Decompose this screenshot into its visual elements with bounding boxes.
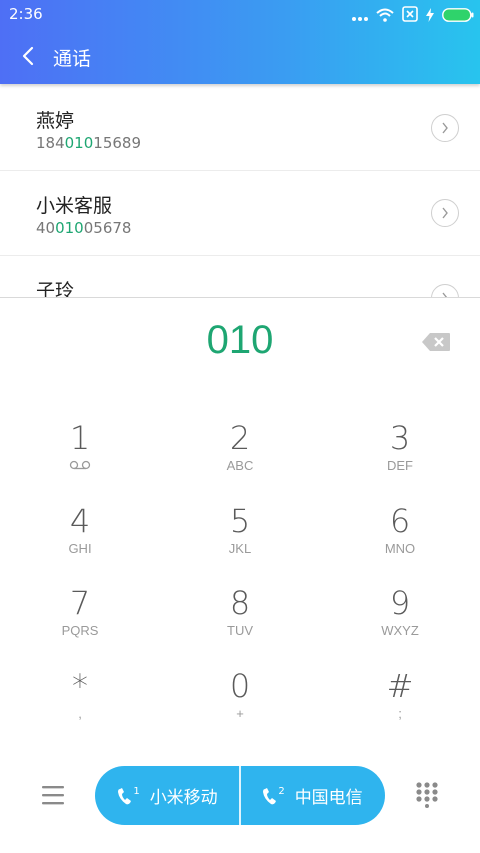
keypad-toggle-button[interactable]: [416, 782, 438, 808]
phone-sim1-icon: 1: [117, 786, 140, 806]
call-sim2-label: 中国电信: [294, 788, 363, 808]
dial-input[interactable]: 010: [0, 318, 480, 368]
key-9[interactable]: 9 WXYZ: [345, 585, 455, 655]
status-icons: [352, 6, 474, 26]
key-2[interactable]: 2 ABC: [185, 420, 295, 490]
contact-detail-button[interactable]: [431, 199, 459, 227]
chevron-right-icon: [442, 122, 448, 134]
phone-sim2-icon: 2: [262, 786, 285, 806]
number-match: 010: [64, 134, 94, 152]
contact-row[interactable]: 燕婷 18401015689: [0, 86, 480, 171]
chevron-left-icon: [22, 46, 34, 66]
title-bar: 通话: [0, 28, 480, 84]
app-header: 2:36 通话: [0, 0, 480, 84]
status-bar: 2:36: [0, 0, 480, 28]
key-3[interactable]: 3 DEF: [345, 420, 455, 490]
backspace-icon: [422, 333, 450, 351]
key-8[interactable]: 8 TUV: [185, 585, 295, 655]
contact-name: 燕婷: [36, 110, 75, 132]
number-match: 010: [55, 219, 84, 237]
page-title: 通话: [53, 48, 92, 70]
charging-icon: [426, 7, 434, 26]
status-time: 2:36: [9, 5, 43, 23]
contact-name: 子玲: [36, 280, 75, 298]
key-7[interactable]: 7 PQRS: [25, 585, 135, 655]
call-sim1-label: 小米移动: [149, 788, 218, 808]
contact-row[interactable]: 子玲: [0, 256, 480, 298]
contact-suggestions: 燕婷 18401015689 小米客服 4001005678 子玲: [0, 86, 480, 298]
key-1[interactable]: 1: [25, 420, 135, 490]
voicemail-icon: [25, 458, 135, 474]
backspace-button[interactable]: [421, 332, 451, 352]
no-sim-icon: [402, 6, 418, 26]
key-5[interactable]: 5 JKL: [185, 503, 295, 573]
back-button[interactable]: [16, 42, 40, 70]
call-actions: 1 小米移动 2 中国电信: [0, 766, 480, 826]
contact-number: 18401015689: [36, 134, 141, 152]
call-sim2-button[interactable]: 2 中国电信: [240, 766, 385, 825]
menu-button[interactable]: [42, 784, 64, 806]
contact-name: 小米客服: [36, 195, 113, 217]
contact-detail-button[interactable]: [431, 284, 459, 298]
contact-row[interactable]: 小米客服 4001005678: [0, 171, 480, 256]
more-dots-icon: [352, 7, 368, 26]
key-0[interactable]: 0 +: [185, 668, 295, 738]
key-6[interactable]: 6 MNO: [345, 503, 455, 573]
key-star[interactable]: * ,: [25, 668, 135, 738]
call-sim1-button[interactable]: 1 小米移动: [95, 766, 240, 825]
call-bar: 1 小米移动 2 中国电信: [95, 766, 385, 825]
contact-detail-button[interactable]: [431, 114, 459, 142]
dialpad-icon: [416, 782, 438, 808]
chevron-right-icon: [442, 207, 448, 219]
dialer-divider: [0, 297, 480, 298]
battery-icon: [442, 7, 474, 26]
wifi-icon: [376, 7, 394, 26]
hamburger-menu-icon: [42, 786, 64, 805]
key-4[interactable]: 4 GHI: [25, 503, 135, 573]
contact-number: 4001005678: [36, 219, 132, 237]
key-hash[interactable]: # ;: [345, 668, 455, 738]
